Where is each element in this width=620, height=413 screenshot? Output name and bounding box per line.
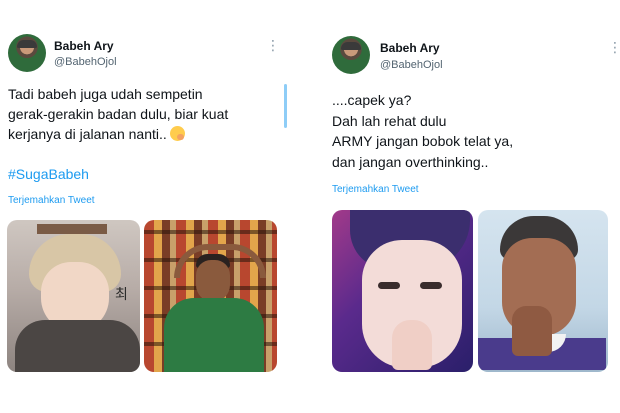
tweet-line: ARMY jangan bobok telat ya,: [332, 133, 514, 149]
face-shape: [196, 260, 230, 302]
tweet-line: dan jangan overthinking..: [332, 153, 489, 170]
tweet-line: kerjanya di jalanan nanti..: [8, 124, 228, 144]
tweet-line: Tadi babeh juga udah sempetin: [8, 86, 203, 102]
tweet-right: Babeh Ary @BabehOjol ⋮ ....capek ya? Dah…: [322, 0, 620, 413]
avatar[interactable]: [332, 36, 370, 74]
korean-sign-text: 최: [115, 287, 128, 303]
hand-shape: [512, 306, 552, 356]
tweet-text: Tadi babeh juga udah sempetin gerak-gera…: [8, 84, 228, 144]
display-name[interactable]: Babeh Ary: [380, 41, 440, 55]
book-shape: [37, 224, 107, 234]
user-handle[interactable]: @BabehOjol: [380, 59, 443, 71]
user-handle[interactable]: @BabehOjol: [54, 56, 117, 68]
tweet-line-text: kerjanya di jalanan nanti..: [8, 126, 167, 142]
tweet-line: gerak-gerakin badan dulu, biar kuat: [8, 106, 229, 122]
tweet-photo-suga[interactable]: 최: [7, 220, 140, 372]
eye-shape: [420, 282, 442, 289]
avatar[interactable]: [8, 34, 46, 72]
shirt-shape: [164, 298, 264, 372]
display-name[interactable]: Babeh Ary: [54, 39, 114, 53]
translate-tweet-link[interactable]: Terjemahkan Tweet: [8, 195, 95, 206]
tweet-photo-babeh[interactable]: [478, 210, 608, 372]
scrollbar[interactable]: [284, 84, 287, 128]
tweet-line: Dah lah rehat dulu: [332, 112, 447, 129]
shirt-shape: [15, 320, 140, 372]
more-options-icon[interactable]: ⋮: [608, 40, 620, 54]
tweet-photo-suga[interactable]: [332, 210, 473, 372]
tweet-line: ....capek ya?: [332, 92, 412, 108]
hashtag-link[interactable]: #SugaBabeh: [8, 166, 89, 182]
more-options-icon[interactable]: ⋮: [266, 38, 280, 52]
eye-shape: [378, 282, 400, 289]
finger-shape: [392, 320, 432, 370]
hand-over-mouth-emoji: [169, 126, 185, 141]
translate-tweet-link[interactable]: Terjemahkan Tweet: [332, 184, 419, 195]
tweet-text: ....capek ya? Dah lah rehat dulu ARMY ja…: [332, 90, 513, 172]
tweet-photo-babeh[interactable]: [144, 220, 277, 372]
tweet-left: Babeh Ary @BabehOjol ⋮ Tadi babeh juga u…: [0, 0, 300, 413]
